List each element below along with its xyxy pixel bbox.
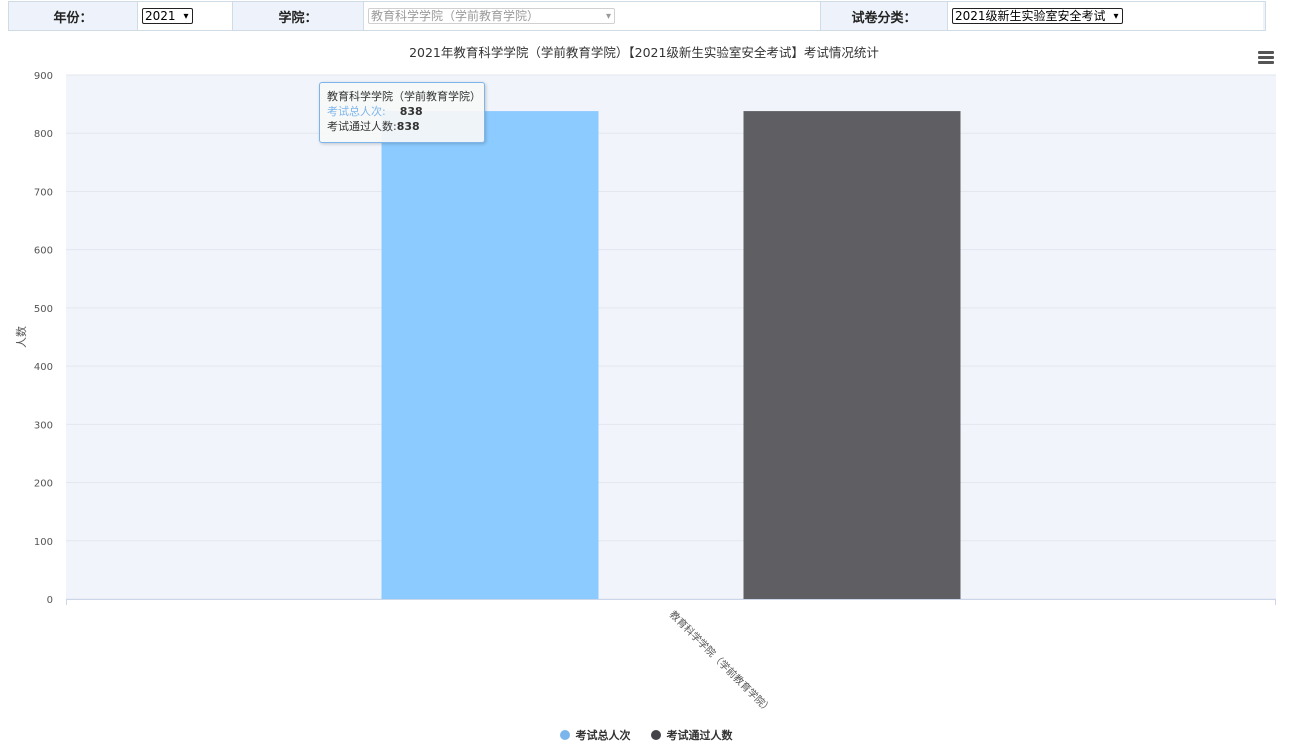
chart-title: 2021年教育科学学院（学前教育学院）【2021级新生实验室安全考试】考试情况统… xyxy=(409,45,879,60)
y-tick-label: 200 xyxy=(34,479,53,490)
y-tick-label: 0 xyxy=(47,595,53,606)
x-tick-label: 教育科学学院（学前教育学院） xyxy=(667,608,775,716)
paper-label: 试卷分类： xyxy=(851,10,917,26)
bar-series1[interactable] xyxy=(381,111,599,599)
year-label: 年份： xyxy=(53,10,93,26)
plot-background xyxy=(66,75,1276,599)
legend-item-series2[interactable]: 考试通过人数 xyxy=(650,727,733,743)
filter-bar: 年份： 2021 ▾ 学院： 教育科学学院（学前教育学院） ▾ 试卷分类： 20… xyxy=(8,1,1266,31)
legend-marker-series1 xyxy=(559,730,570,740)
y-tick-label: 800 xyxy=(34,129,53,140)
y-tick-label: 600 xyxy=(34,246,53,257)
chevron-down-icon: ▾ xyxy=(605,11,611,22)
paper-select[interactable]: 2021级新生实验室安全考试 ▾ xyxy=(952,8,1123,24)
chart: 2021年教育科学学院（学前教育学院）【2021级新生实验室安全考试】考试情况统… xyxy=(15,45,1276,716)
y-tick-label: 300 xyxy=(34,420,53,431)
tooltip: 教育科学学院（学前教育学院） 考试总人次: 838 考试通过人数:838 xyxy=(319,82,485,143)
tooltip-row-1: 考试总人次: 838 xyxy=(327,104,477,119)
bar-series2[interactable] xyxy=(743,111,961,599)
chevron-down-icon: ▾ xyxy=(183,11,189,22)
tooltip-series2-value: 838 xyxy=(396,120,420,133)
legend-item-series1[interactable]: 考试总人次 xyxy=(559,727,631,743)
paper-select-value: 2021级新生实验室安全考试 xyxy=(955,9,1106,23)
college-select-value: 教育科学学院（学前教育学院） xyxy=(371,9,540,23)
plot-area: 0100200300400500600700800900人数教育科学学院（学前教… xyxy=(15,71,1276,716)
y-tick-label: 500 xyxy=(34,304,53,315)
chevron-down-icon: ▾ xyxy=(1113,11,1119,22)
legend-label-series2: 考试通过人数 xyxy=(666,729,733,742)
tooltip-series1-label: 考试总人次: xyxy=(327,105,386,118)
year-cell: 2021 ▾ xyxy=(137,2,233,30)
y-tick-label: 700 xyxy=(34,187,53,198)
y-axis-title: 人数 xyxy=(15,326,28,348)
legend-label-series1: 考试总人次 xyxy=(575,729,631,742)
menu-icon[interactable] xyxy=(1258,51,1274,65)
y-tick-label: 400 xyxy=(34,362,53,373)
tooltip-series2-label: 考试通过人数: xyxy=(327,120,397,133)
tooltip-row-2: 考试通过人数:838 xyxy=(327,119,477,134)
college-cell: 教育科学学院（学前教育学院） ▾ xyxy=(363,2,821,30)
y-tick-label: 900 xyxy=(34,71,53,82)
year-select-value: 2021 xyxy=(145,9,176,23)
paper-cell: 2021级新生实验室安全考试 ▾ xyxy=(947,2,1263,30)
legend-marker-series2 xyxy=(650,730,661,740)
year-select[interactable]: 2021 ▾ xyxy=(142,8,193,24)
tooltip-series1-value: 838 xyxy=(399,105,423,118)
legend: 考试总人次 考试通过人数 xyxy=(0,727,1292,743)
college-select[interactable]: 教育科学学院（学前教育学院） ▾ xyxy=(368,8,615,24)
college-label: 学院： xyxy=(278,10,318,26)
y-tick-label: 100 xyxy=(34,537,53,548)
tooltip-category: 教育科学学院（学前教育学院） xyxy=(327,90,481,103)
